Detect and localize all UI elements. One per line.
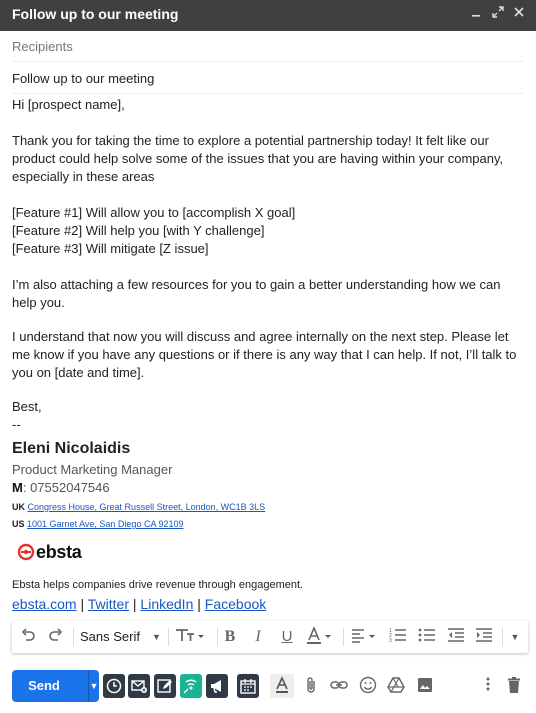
bulleted-list-icon[interactable] <box>417 627 437 647</box>
close-icon[interactable] <box>509 4 529 24</box>
calendar-icon[interactable] <box>237 674 259 698</box>
font-family-label: Sans Serif <box>80 629 140 644</box>
recipients-field[interactable]: Recipients <box>12 31 524 62</box>
font-family-select[interactable]: Sans Serif ▼ <box>80 627 164 647</box>
signature-phone: M: 07552047546 <box>12 480 110 495</box>
paragraph-3: I understand that now you will discuss a… <box>12 329 517 380</box>
redo-icon[interactable] <box>46 627 66 647</box>
insert-link-icon[interactable] <box>329 676 349 696</box>
expand-icon[interactable] <box>488 4 508 24</box>
more-options-icon[interactable] <box>478 676 498 696</box>
logo-wordmark: ebsta <box>36 541 82 562</box>
edit-note-icon[interactable] <box>154 674 176 698</box>
bold-icon[interactable]: B <box>220 627 240 647</box>
signature-role: Product Marketing Manager <box>12 462 173 477</box>
link-separator: | <box>193 596 205 612</box>
schedule-send-icon[interactable] <box>103 674 125 698</box>
uk-address-line: UK Congress House, Great Russell Street,… <box>12 502 265 512</box>
text-color-icon[interactable] <box>305 625 337 647</box>
attach-file-icon[interactable] <box>301 676 321 696</box>
closing-text: Best, <box>12 399 42 414</box>
signature-name: Eleni Nicolaidis <box>12 440 131 457</box>
indent-less-icon[interactable] <box>446 627 466 647</box>
paragraph-2: I’m also attaching a few resources for y… <box>12 277 501 310</box>
send-options-icon[interactable]: ▼ <box>89 670 99 702</box>
align-icon[interactable] <box>350 627 380 647</box>
tracking-icon[interactable] <box>180 674 202 698</box>
emoji-icon[interactable] <box>358 676 378 696</box>
feature-line: [Feature #3] Will mitigate [Z issue] <box>12 241 209 256</box>
phone-number: : 07552047546 <box>22 480 110 495</box>
more-formatting-icon[interactable]: ▼ <box>506 627 524 647</box>
paragraph-1: Thank you for taking the time to explore… <box>12 133 504 184</box>
campaign-icon[interactable] <box>206 674 228 698</box>
feature-line: [Feature #2] Will help you [with Y chall… <box>12 223 265 238</box>
signature-dashes: -- <box>12 417 21 432</box>
greeting-text: Hi [prospect name], <box>12 97 125 112</box>
undo-icon[interactable] <box>18 627 38 647</box>
compose-title-bar[interactable]: Follow up to our meeting <box>0 0 536 31</box>
twitter-link[interactable]: Twitter <box>88 596 129 612</box>
minimize-icon[interactable] <box>466 4 486 24</box>
facebook-link[interactable]: Facebook <box>205 596 266 612</box>
indent-more-icon[interactable] <box>474 627 494 647</box>
underline-icon[interactable]: U <box>277 627 297 647</box>
svg-text:3: 3 <box>389 638 392 643</box>
formatting-options-icon[interactable] <box>272 676 292 696</box>
compose-title: Follow up to our meeting <box>12 6 179 22</box>
numbered-list-icon[interactable]: 123 <box>388 627 408 647</box>
subject-field[interactable]: Follow up to our meeting <box>12 63 524 94</box>
ebsta-logo: ebsta <box>17 541 82 563</box>
formatting-toolbar: Sans Serif ▼ B I U 123 ▼ <box>12 621 528 653</box>
signature-links: ebsta.com | Twitter | LinkedIn | Faceboo… <box>12 596 266 612</box>
phone-prefix: M <box>12 480 23 495</box>
font-size-icon[interactable] <box>174 627 206 647</box>
chevron-down-icon: ▼ <box>152 632 161 642</box>
message-body[interactable]: Hi [prospect name], Thank you for taking… <box>12 96 524 434</box>
uk-address-link[interactable]: Congress House, Great Russell Street, Lo… <box>28 502 266 512</box>
email-template-icon[interactable] <box>128 674 150 698</box>
send-button[interactable]: Send ▼ <box>12 670 99 702</box>
website-link[interactable]: ebsta.com <box>12 596 77 612</box>
feature-line: [Feature #1] Will allow you to [accompli… <box>12 205 296 220</box>
uk-label: UK <box>12 502 25 512</box>
insert-photo-icon[interactable] <box>415 676 435 696</box>
us-label: US <box>12 519 25 529</box>
us-address-link[interactable]: 1001 Garnet Ave, San Diego CA 92109 <box>27 519 183 529</box>
us-address-line: US 1001 Garnet Ave, San Diego CA 92109 <box>12 519 183 529</box>
discard-draft-icon[interactable] <box>504 676 524 696</box>
signature-tagline: Ebsta helps companies drive revenue thro… <box>12 579 304 591</box>
drive-icon[interactable] <box>386 676 406 696</box>
link-separator: | <box>76 596 88 612</box>
link-separator: | <box>129 596 141 612</box>
send-label: Send <box>28 678 60 693</box>
italic-icon[interactable]: I <box>248 627 268 647</box>
linkedin-link[interactable]: LinkedIn <box>140 596 193 612</box>
ebsta-logo-icon <box>17 543 35 561</box>
